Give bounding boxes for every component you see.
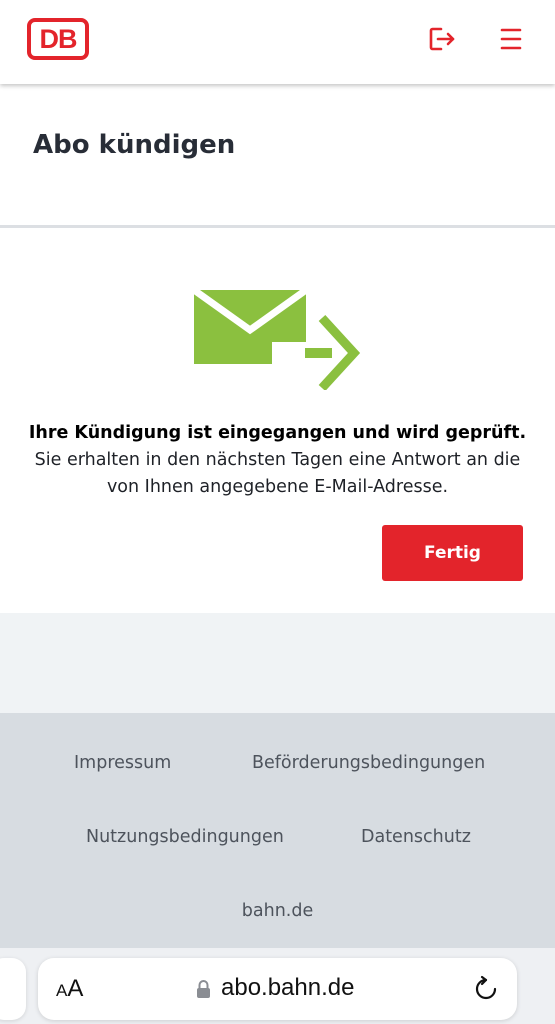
reload-icon: [475, 975, 497, 1000]
address-bar[interactable]: AA abo.bahn.de: [38, 958, 517, 1020]
db-logo-text: DB: [39, 23, 78, 54]
menu-button[interactable]: [494, 22, 528, 56]
footer-link-nutzungsbedingungen[interactable]: Nutzungsbedingungen: [86, 827, 284, 847]
footer-link-impressum[interactable]: Impressum: [74, 753, 171, 773]
browser-toolbar: AA abo.bahn.de: [0, 948, 555, 1024]
page-title-section: Abo kündigen: [0, 84, 555, 228]
logout-icon: [429, 27, 455, 51]
confirmation-message: Sie erhalten in den nächsten Tagen eine …: [20, 447, 535, 501]
confirmation-message-line1: Sie erhalten in den nächsten Tagen eine …: [34, 450, 521, 470]
email-sent-icon: [192, 290, 361, 390]
footer-link-datenschutz[interactable]: Datenschutz: [361, 827, 471, 847]
text-size-small-glyph: A: [56, 981, 68, 1000]
done-button[interactable]: Fertig: [382, 525, 523, 581]
text-size-big-glyph: A: [67, 975, 84, 1002]
footer-link-bahn-de[interactable]: bahn.de: [0, 901, 555, 921]
previous-tab-card[interactable]: [0, 958, 26, 1020]
db-logo[interactable]: DB: [27, 18, 89, 60]
page-title: Abo kündigen: [33, 130, 236, 160]
lock-icon: [197, 980, 210, 998]
confirmation-heading: Ihre Kündigung ist eingegangen und wird …: [28, 423, 527, 443]
confirmation-panel: Ihre Kündigung ist eingegangen und wird …: [0, 231, 555, 613]
text-size-button[interactable]: AA: [56, 977, 83, 1001]
spacer-band: [0, 613, 555, 713]
site-header: DB: [0, 0, 555, 84]
site-footer: Impressum Beförderungsbedingungen Nutzun…: [0, 713, 555, 948]
confirmation-message-line2: von Ihnen angegebene E-Mail-Adresse.: [106, 477, 449, 497]
reload-button[interactable]: [472, 975, 500, 1003]
url-text: abo.bahn.de: [221, 974, 355, 1001]
footer-link-befoerderungsbedingungen[interactable]: Beförderungsbedingungen: [252, 753, 485, 773]
logout-button[interactable]: [425, 22, 459, 56]
hamburger-menu-icon: [500, 28, 522, 50]
